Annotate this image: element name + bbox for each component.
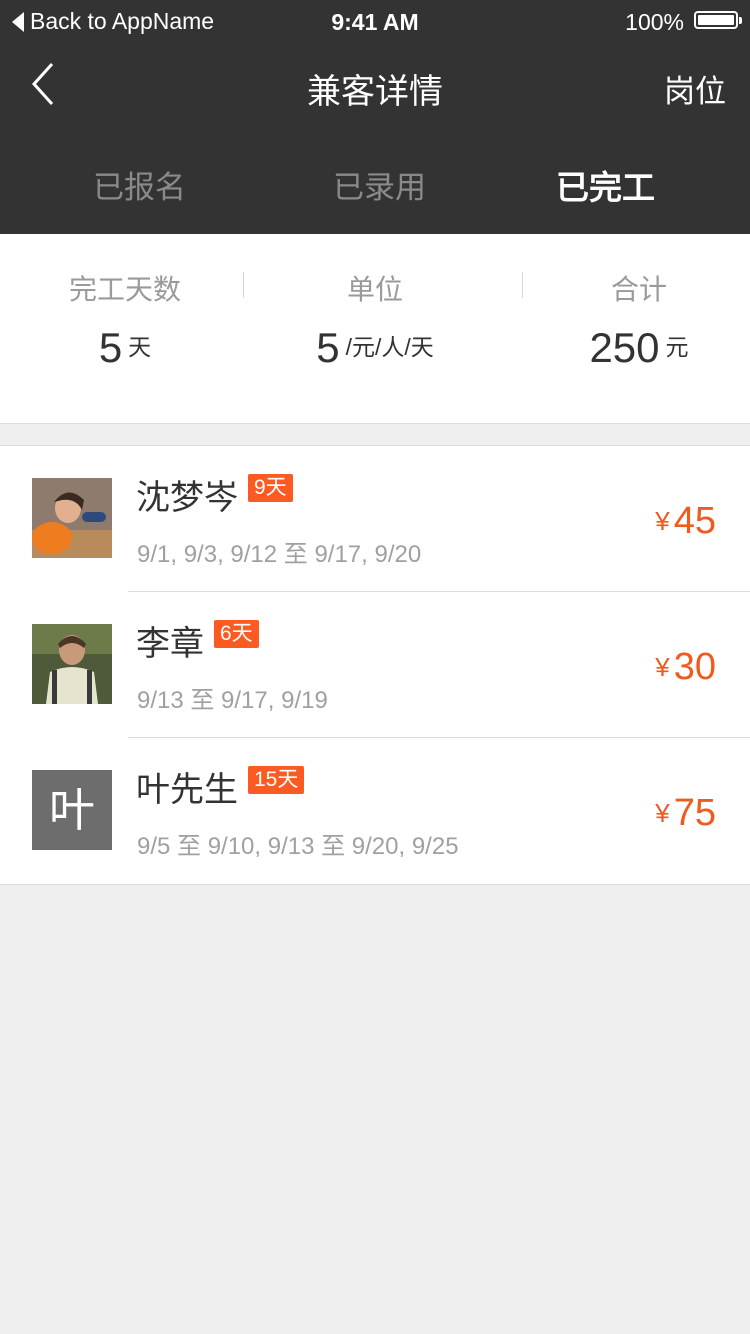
payment-amount: ¥30 — [655, 646, 716, 689]
summary-total-unit: 元 — [665, 334, 689, 360]
summary-unit-unit: /元/人/天 — [345, 334, 434, 360]
list-item[interactable]: 叶 叶先生 15天 9/5 至 9/10, 9/13 至 9/20, 9/25 … — [0, 738, 750, 884]
days-badge: 6天 — [214, 620, 259, 648]
worker-name: 沈梦岑 — [136, 479, 238, 517]
avatar — [32, 624, 112, 704]
status-tabs: 已报名 已录用 已完工 — [0, 128, 750, 234]
navigation-bar: 兼客详情 岗位 — [0, 44, 750, 128]
avatar — [32, 478, 112, 558]
summary-unit-value: 5 — [316, 324, 340, 371]
days-badge: 15天 — [248, 766, 305, 794]
work-dates: 9/13 至 9/17, 9/19 — [137, 687, 328, 714]
position-button[interactable]: 岗位 — [664, 66, 726, 111]
summary-total-value: 250 — [589, 324, 660, 371]
tab-registered[interactable]: 已报名 — [93, 162, 186, 207]
tab-hired[interactable]: 已录用 — [333, 162, 426, 207]
status-bar: Back to AppName 9:41 AM 100% — [0, 0, 750, 44]
worker-name: 李章 — [136, 625, 204, 663]
work-dates: 9/1, 9/3, 9/12 至 9/17, 9/20 — [137, 541, 422, 568]
currency-symbol: ¥ — [655, 798, 670, 828]
avatar: 叶 — [32, 770, 112, 850]
person-photo-icon — [32, 624, 112, 704]
person-photo-icon — [32, 478, 112, 558]
battery-icon — [694, 11, 742, 29]
summary-total: 合计 250 元 — [514, 268, 750, 372]
currency-symbol: ¥ — [655, 652, 670, 682]
list-item[interactable]: 沈梦岑 9天 9/1, 9/3, 9/12 至 9/17, 9/20 ¥45 — [0, 446, 750, 592]
summary-days: 完工天数 5天 — [0, 268, 250, 372]
page-title: 兼客详情 — [307, 73, 443, 111]
battery-percentage: 100% — [625, 9, 684, 35]
summary-unit-label: 单位 — [346, 274, 403, 305]
amount-value: 75 — [673, 792, 716, 834]
summary-panel: 完工天数 5天 单位 5/元/人/天 合计 250 元 — [0, 234, 750, 424]
amount-value: 45 — [673, 500, 716, 542]
worker-name: 叶先生 — [136, 771, 238, 809]
worker-list: 沈梦岑 9天 9/1, 9/3, 9/12 至 9/17, 9/20 ¥45 李… — [0, 445, 750, 885]
tab-completed[interactable]: 已完工 — [556, 161, 655, 209]
summary-days-label: 完工天数 — [68, 274, 181, 305]
days-badge: 9天 — [248, 474, 293, 502]
list-item[interactable]: 李章 6天 9/13 至 9/17, 9/19 ¥30 — [0, 592, 750, 738]
summary-unit-price: 单位 5/元/人/天 — [250, 268, 500, 372]
summary-total-label: 合计 — [610, 274, 667, 305]
work-dates: 9/5 至 9/10, 9/13 至 9/20, 9/25 — [137, 833, 459, 860]
payment-amount: ¥45 — [655, 500, 716, 543]
summary-days-value: 5 — [98, 324, 123, 371]
summary-days-unit: 天 — [128, 334, 152, 360]
amount-value: 30 — [673, 646, 716, 688]
payment-amount: ¥75 — [655, 792, 716, 835]
currency-symbol: ¥ — [655, 506, 670, 536]
divider — [243, 272, 244, 298]
